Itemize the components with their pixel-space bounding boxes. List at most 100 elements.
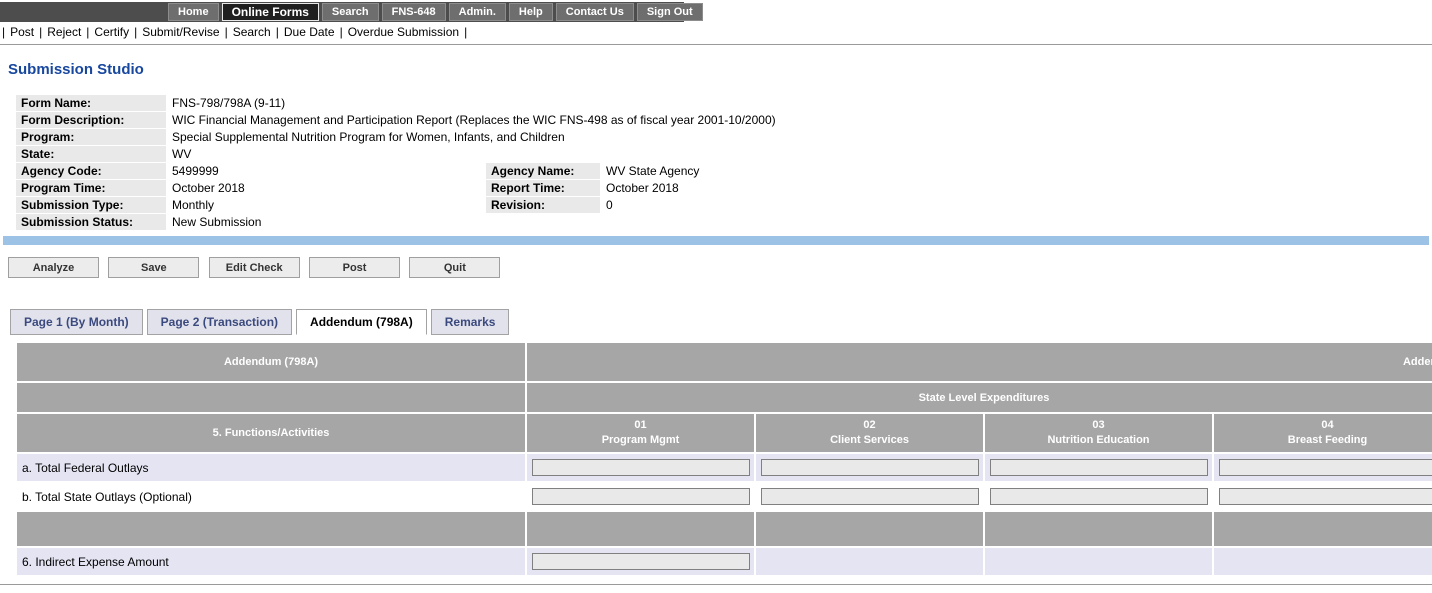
grid-column-02-client-services: 02 Client Services: [756, 414, 983, 452]
table-row: Program Time: October 2018 Report Time: …: [16, 180, 1426, 196]
input-state-outlays-03[interactable]: [990, 488, 1208, 505]
post-button[interactable]: Post: [309, 257, 400, 278]
action-button-row: Analyze Save Edit Check Post Quit: [8, 257, 1432, 278]
menubar-separator: |: [134, 25, 137, 39]
nav-item-home[interactable]: Home: [168, 3, 219, 21]
nav-item-online-forms[interactable]: Online Forms: [222, 3, 319, 21]
grid-column-03-nutrition-education: 03 Nutrition Education: [985, 414, 1212, 452]
column-name: Breast Feeding: [1214, 433, 1432, 448]
menubar-separator: |: [340, 25, 343, 39]
table-row: a. Total Federal Outlays: [17, 454, 1432, 481]
report-time-label: Report Time:: [486, 180, 600, 196]
empty-cell: [985, 548, 1212, 575]
nav-item-contact-us[interactable]: Contact Us: [556, 3, 634, 21]
submission-menubar: | Post | Reject | Certify | Submit/Revise | Searc…: [0, 22, 1432, 45]
spacer-cell: [985, 512, 1212, 546]
row-label-total-federal-outlays: a. Total Federal Outlays: [17, 454, 525, 481]
agency-code-label: Agency Code:: [16, 163, 166, 179]
menu-post[interactable]: Post: [10, 25, 34, 39]
input-state-outlays-04[interactable]: [1219, 488, 1432, 505]
input-state-outlays-01[interactable]: [532, 488, 750, 505]
grid-column-04-breast-feeding: 04 Breast Feeding: [1214, 414, 1432, 452]
menu-submit-revise[interactable]: Submit/Revise: [142, 25, 219, 39]
nav-item-help[interactable]: Help: [509, 3, 553, 21]
input-federal-outlays-04[interactable]: [1219, 459, 1432, 476]
input-federal-outlays-03[interactable]: [990, 459, 1208, 476]
row-label-total-state-outlays: b. Total State Outlays (Optional): [17, 483, 525, 510]
table-row: Submission Status: New Submission: [16, 214, 1426, 230]
menubar-separator: |: [464, 25, 467, 39]
submission-type-label: Submission Type:: [16, 197, 166, 213]
empty-cell: [1214, 548, 1432, 575]
quit-button[interactable]: Quit: [409, 257, 500, 278]
form-name-value: FNS-798/798A (9-11): [167, 95, 1426, 111]
bottom-divider: [0, 584, 1432, 585]
menu-search[interactable]: Search: [233, 25, 271, 39]
state-value: WV: [167, 146, 1426, 162]
agency-name-value: WV State Agency: [601, 163, 1426, 179]
empty-cell: [756, 548, 983, 575]
page-title: Submission Studio: [8, 61, 1432, 78]
state-label: State:: [16, 146, 166, 162]
input-federal-outlays-01[interactable]: [532, 459, 750, 476]
program-label: Program:: [16, 129, 166, 145]
nav-item-sign-out[interactable]: Sign Out: [637, 3, 703, 21]
table-row: Submission Type: Monthly Revision: 0: [16, 197, 1426, 213]
addendum-grid-viewport: Addendum (798A) Addendum (798A) State Le…: [15, 341, 1432, 577]
nav-item-fns-648[interactable]: FNS-648: [382, 3, 446, 21]
revision-label: Revision:: [486, 197, 600, 213]
input-indirect-expense-amount[interactable]: [532, 553, 750, 570]
form-page-tabs: Page 1 (By Month) Page 2 (Transaction) A…: [10, 309, 1432, 335]
spacer-cell: [17, 512, 525, 546]
row-label-indirect-expense-amount: 6. Indirect Expense Amount: [17, 548, 525, 575]
form-description-label: Form Description:: [16, 112, 166, 128]
menu-reject[interactable]: Reject: [47, 25, 81, 39]
submission-status-value: New Submission: [167, 214, 1426, 230]
table-row: Agency Code: 5499999 Agency Name: WV Sta…: [16, 163, 1426, 179]
tab-addendum-798a[interactable]: Addendum (798A): [296, 309, 427, 335]
agency-name-label: Agency Name:: [486, 163, 600, 179]
input-state-outlays-02[interactable]: [761, 488, 979, 505]
form-info-table: Form Name: FNS-798/798A (9-11) Form Desc…: [15, 94, 1427, 231]
spacer-cell: [756, 512, 983, 546]
grid-section-header-continued: Addendum (798A): [527, 343, 1432, 381]
table-row: State: WV: [16, 146, 1426, 162]
form-name-label: Form Name:: [16, 95, 166, 111]
table-row: b. Total State Outlays (Optional): [17, 483, 1432, 510]
grid-group-header-blank: [17, 383, 525, 412]
menubar-separator: |: [2, 25, 5, 39]
tab-remarks[interactable]: Remarks: [431, 309, 510, 335]
grid-section-header: Addendum (798A): [17, 343, 525, 381]
table-row: Form Description: WIC Financial Manageme…: [16, 112, 1426, 128]
spacer-cell: [527, 512, 754, 546]
column-name: Nutrition Education: [985, 433, 1212, 448]
addendum-grid: Addendum (798A) Addendum (798A) State Le…: [15, 341, 1432, 577]
revision-value: 0: [601, 197, 1426, 213]
blue-divider-bar: [3, 236, 1429, 245]
tab-page-2-transaction[interactable]: Page 2 (Transaction): [147, 309, 292, 335]
table-row: Program: Special Supplemental Nutrition …: [16, 129, 1426, 145]
nav-item-admin[interactable]: Admin.: [449, 3, 506, 21]
table-row: 5. Functions/Activities 01 Program Mgmt …: [17, 414, 1432, 452]
table-row: Addendum (798A) Addendum (798A): [17, 343, 1432, 381]
table-row: [17, 512, 1432, 546]
table-row: Form Name: FNS-798/798A (9-11): [16, 95, 1426, 111]
menubar-separator: |: [86, 25, 89, 39]
edit-check-button[interactable]: Edit Check: [209, 257, 300, 278]
nav-item-search[interactable]: Search: [322, 3, 379, 21]
form-description-value: WIC Financial Management and Participati…: [167, 112, 1426, 128]
program-time-value: October 2018: [167, 180, 485, 196]
menubar-separator: |: [39, 25, 42, 39]
submission-status-label: Submission Status:: [16, 214, 166, 230]
menu-certify[interactable]: Certify: [94, 25, 129, 39]
menu-overdue-submission[interactable]: Overdue Submission: [348, 25, 459, 39]
save-button[interactable]: Save: [108, 257, 199, 278]
tab-page-1-by-month[interactable]: Page 1 (By Month): [10, 309, 143, 335]
column-code: 03: [985, 418, 1212, 433]
analyze-button[interactable]: Analyze: [8, 257, 99, 278]
grid-functions-activities-header: 5. Functions/Activities: [17, 414, 525, 452]
agency-code-value: 5499999: [167, 163, 485, 179]
menu-due-date[interactable]: Due Date: [284, 25, 335, 39]
input-federal-outlays-02[interactable]: [761, 459, 979, 476]
table-row: State Level Expenditures: [17, 383, 1432, 412]
